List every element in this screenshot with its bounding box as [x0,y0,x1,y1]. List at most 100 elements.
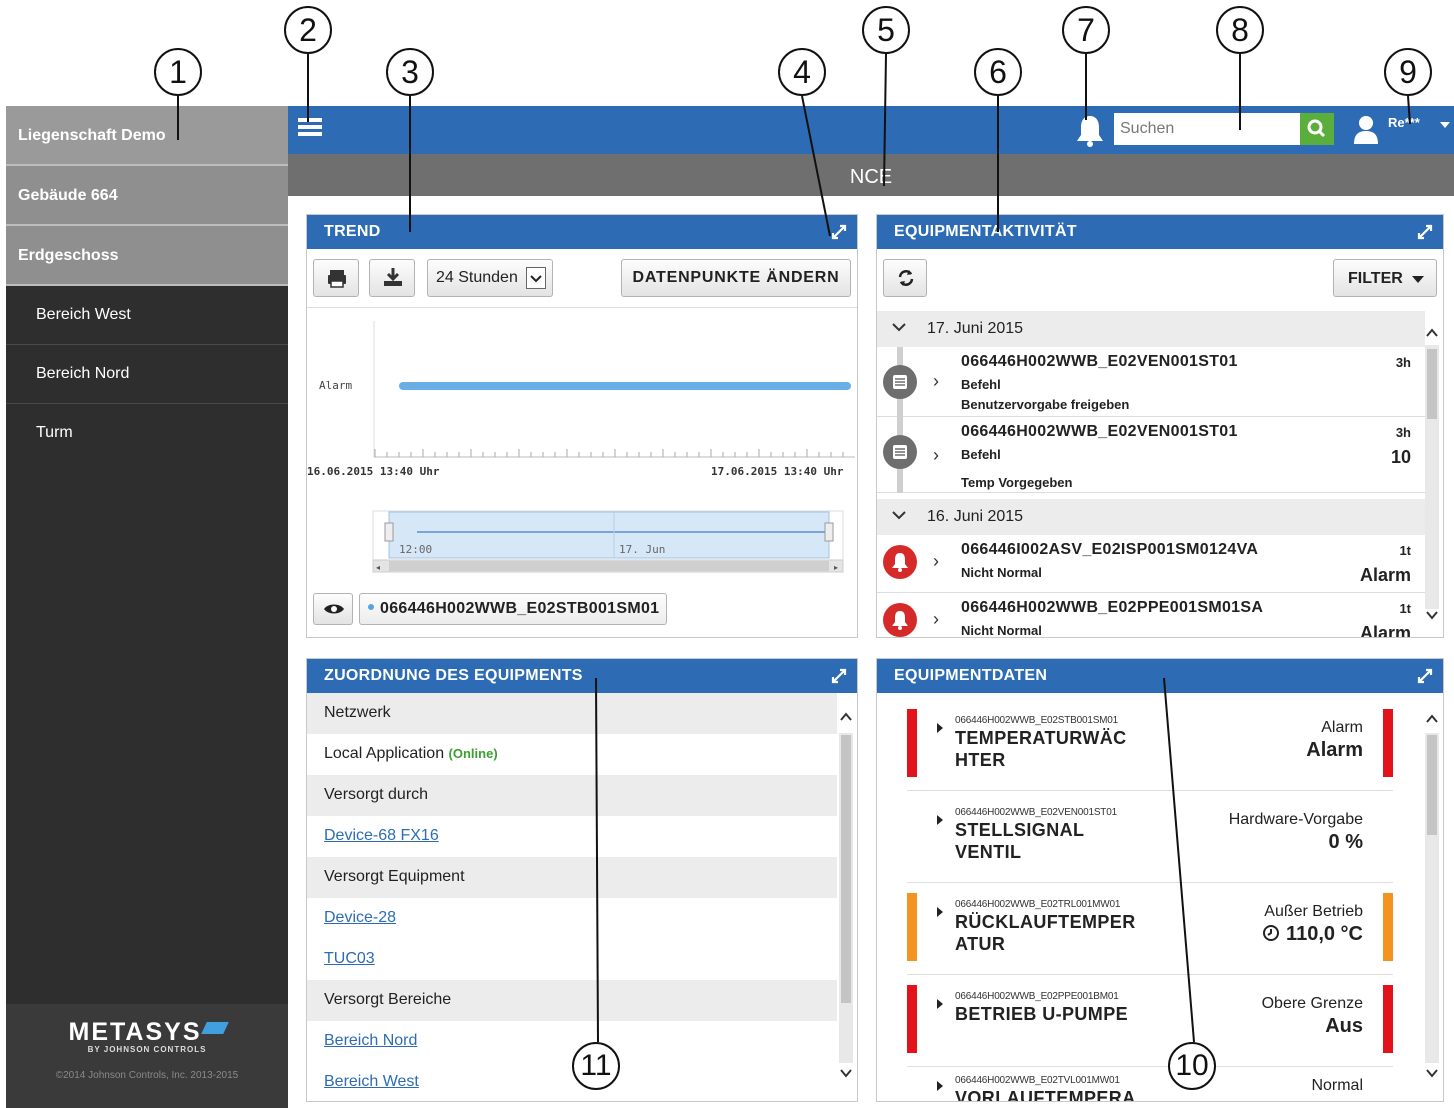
activity-item-type: Befehl [961,447,1001,462]
activity-item[interactable]: › 066446H002WWB_E02VEN001ST01 Befehl Tem… [877,417,1425,493]
hamburger-menu-icon[interactable] [298,118,322,140]
time-range-select[interactable]: 24 Stunden [427,259,553,297]
sidebar-item-turm[interactable]: Turm [6,404,288,463]
assignment-panel-header: ZUORDNUNG DES EQUIPMENTS [307,659,857,693]
activity-panel-header: EQUIPMENTAKTIVITÄT [877,215,1443,249]
sidebar-item-liegenschaft[interactable]: Liegenschaft Demo [6,106,288,166]
assignment-label: Local Application [324,745,445,762]
date-group-label: 17. Juni 2015 [927,320,1024,337]
equipment-status: Obere Grenze [1261,995,1363,1012]
scroll-down-icon[interactable] [1425,609,1439,621]
equipment-data-panel: EQUIPMENTDATEN 066446H002WWB_E02STB001SM… [876,658,1444,1102]
expand-icon[interactable] [1417,668,1433,684]
series-chip[interactable]: 066446H002WWB_E02STB001SM01 [359,593,667,625]
eqdata-panel-header: EQUIPMENTDATEN [877,659,1443,693]
expand-icon[interactable] [831,224,847,240]
scroll-down-icon[interactable] [1425,1067,1439,1079]
area-link[interactable]: Bereich Nord [324,1032,417,1049]
expand-triangle-icon[interactable] [937,999,943,1009]
chevron-right-icon[interactable]: › [933,371,939,392]
equipment-status: Außer Betrieb [1264,903,1363,920]
chart-navigator[interactable]: 12:00 17. Jun ◂ ▸ [372,510,844,573]
assignment-row-local-application: Local Application (Online) [307,734,837,775]
chevron-right-icon[interactable]: › [933,551,939,572]
device-link[interactable]: Device-28 [324,909,396,926]
eqdata-scrollbar[interactable] [1425,733,1439,1063]
scroll-left-icon[interactable]: ◂ [376,563,380,572]
equipment-data-item[interactable]: 066446H002WWB_E02PPE001BM01 BETRIEB U-PU… [907,983,1393,1067]
logo-text: METASYS [68,1018,202,1046]
device-link[interactable]: TUC03 [324,950,375,967]
activity-scroll-thumb[interactable] [1427,349,1437,419]
sidebar-item-erdgeschoss[interactable]: Erdgeschoss [6,226,288,286]
sidebar-item-bereich-nord[interactable]: Bereich Nord [6,345,288,404]
callout-3: 3 [386,48,434,96]
download-icon [384,268,402,286]
expand-icon[interactable] [1417,224,1433,240]
download-button[interactable] [369,259,415,297]
top-header: Re*** [288,106,1454,154]
equipment-value: Alarm [1306,739,1363,761]
expand-icon[interactable] [831,668,847,684]
trend-chart[interactable]: Alarm 16.06.2015 13:40 Uhr 17.06.2015 13… [307,311,859,581]
filter-button[interactable]: FILTER [1333,259,1437,297]
expand-triangle-icon[interactable] [937,815,943,825]
print-button[interactable] [313,259,359,297]
scroll-up-icon[interactable] [1425,327,1439,339]
equipment-data-item[interactable]: 066446H002WWB_E02STB001SM01 TEMPERATURWÄ… [907,707,1393,791]
navigator-scroll-thumb[interactable] [389,561,829,571]
date-group-header[interactable]: 17. Juni 2015 [877,311,1425,347]
callout-6: 6 [974,48,1022,96]
severity-bar-right [1383,709,1393,777]
scroll-right-icon[interactable]: ▸ [834,563,838,572]
assignment-scroll-thumb[interactable] [841,735,851,1003]
activity-item[interactable]: › 066446H002WWB_E02PPE001SM01SA Nicht No… [877,593,1425,637]
filter-label: FILTER [1348,270,1403,287]
assignment-scrollbar[interactable] [839,733,853,1063]
date-group-header[interactable]: 16. Juni 2015 [877,499,1425,535]
expand-triangle-icon[interactable] [937,1081,943,1091]
chevron-right-icon[interactable]: › [933,609,939,630]
toggle-visibility-button[interactable] [313,593,353,625]
change-datapoints-button[interactable]: DATENPUNKTE ÄNDERN [621,259,851,297]
activity-scrollbar[interactable] [1425,345,1439,609]
search-button[interactable] [1300,113,1334,145]
equipment-data-item[interactable]: 066446H002WWB_E02VEN001ST01 STELLSIGNAL … [907,799,1393,883]
activity-item[interactable]: › 066446H002WWB_E02VEN001ST01 Befehl Ben… [877,347,1425,417]
site-title-bar: NCE [288,154,1454,196]
date-group-label: 16. Juni 2015 [927,508,1024,525]
equipment-data-item[interactable]: 066446H002WWB_E02TRL001MW01 RÜCKLAUFTEMP… [907,891,1393,975]
equipment-id: 066446H002WWB_E02VEN001ST01 [955,807,1117,818]
sidebar-item-gebaeude[interactable]: Gebäude 664 [6,166,288,226]
scroll-up-icon[interactable] [839,711,853,723]
equipment-name: VORLAUFTEMPERA [955,1088,1136,1101]
equipment-value: 110,0 °C [1286,923,1363,945]
expand-triangle-icon[interactable] [937,907,943,917]
expand-triangle-icon[interactable] [937,723,943,733]
activity-item-time: 1t [1399,601,1411,616]
area-link[interactable]: Bereich West [324,1073,419,1090]
scroll-down-icon[interactable] [839,1067,853,1079]
equipment-status: Alarm [1321,719,1363,736]
bell-icon[interactable] [1074,114,1106,148]
refresh-icon [898,270,914,286]
online-status: (Online) [448,746,498,761]
user-name[interactable]: Re*** [1388,115,1420,130]
search-input[interactable] [1114,113,1300,145]
chevron-right-icon[interactable]: › [933,445,939,466]
navigator-handle-left[interactable] [384,522,394,542]
eqdata-scroll-thumb[interactable] [1427,735,1437,835]
severity-bar-left [907,709,917,777]
refresh-button[interactable] [883,259,927,297]
equipment-status: Normal [1311,1077,1363,1094]
sidebar-item-bereich-west[interactable]: Bereich West [6,286,288,345]
device-link[interactable]: Device-68 FX16 [324,827,439,844]
equipment-name: TEMPERATURWÄC HTER [955,728,1127,770]
user-icon[interactable] [1354,114,1378,144]
scroll-up-icon[interactable] [1425,713,1439,725]
activity-item[interactable]: › 066446I002ASV_E02ISP001SM0124VA Nicht … [877,535,1425,593]
equipment-name: BETRIEB U-PUMPE [955,1004,1129,1024]
chevron-down-icon[interactable] [1440,122,1450,128]
activity-item-time: 3h [1395,355,1411,370]
navigator-handle-right[interactable] [824,522,834,542]
